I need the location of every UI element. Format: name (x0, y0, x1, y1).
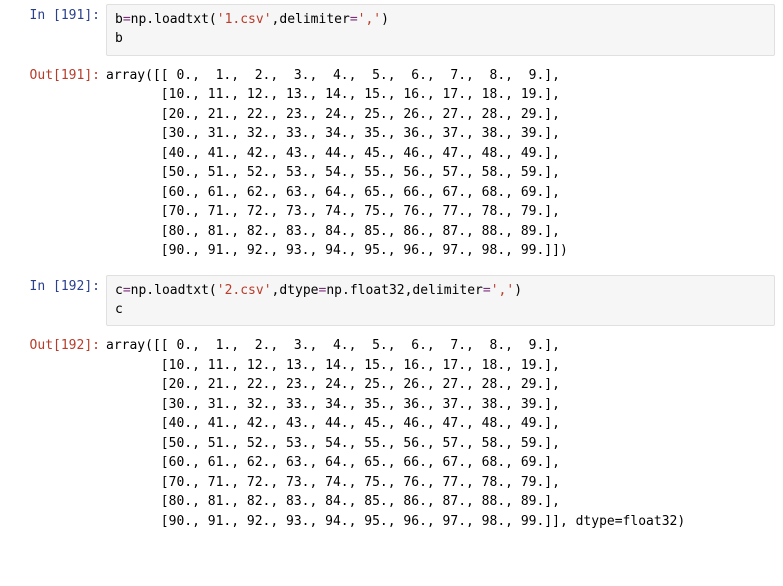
suffix: ]: (84, 8, 100, 23)
suffix: ]: (84, 279, 100, 294)
in-prefix: In [ (30, 279, 61, 294)
exec-count: 191 (61, 68, 84, 83)
cell-input-191: In [191]: b=np.loadtxt('1.csv',delimiter… (0, 0, 783, 60)
out-prompt: Out[192]: (0, 330, 106, 357)
cell-output-191: Out[191]: array([[ 0., 1., 2., 3., 4., 5… (0, 60, 783, 271)
suffix: ]: (84, 68, 100, 83)
suffix: ]: (84, 338, 100, 353)
in-prompt: In [191]: (0, 0, 106, 27)
in-prompt: In [192]: (0, 271, 106, 298)
exec-count: 192 (61, 338, 84, 353)
out-prompt: Out[191]: (0, 60, 106, 87)
code-output: array([[ 0., 1., 2., 3., 4., 5., 6., 7.,… (106, 60, 783, 271)
exec-count: 191 (61, 8, 84, 23)
exec-count: 192 (61, 279, 84, 294)
in-prefix: In [ (30, 8, 61, 23)
out-prefix: Out[ (30, 338, 61, 353)
cell-output-192: Out[192]: array([[ 0., 1., 2., 3., 4., 5… (0, 330, 783, 541)
code-input[interactable]: b=np.loadtxt('1.csv',delimiter=',') b (106, 4, 775, 56)
out-prefix: Out[ (30, 68, 61, 83)
code-output: array([[ 0., 1., 2., 3., 4., 5., 6., 7.,… (106, 330, 783, 541)
code-input[interactable]: c=np.loadtxt('2.csv',dtype=np.float32,de… (106, 275, 775, 327)
cell-input-192: In [192]: c=np.loadtxt('2.csv',dtype=np.… (0, 271, 783, 331)
